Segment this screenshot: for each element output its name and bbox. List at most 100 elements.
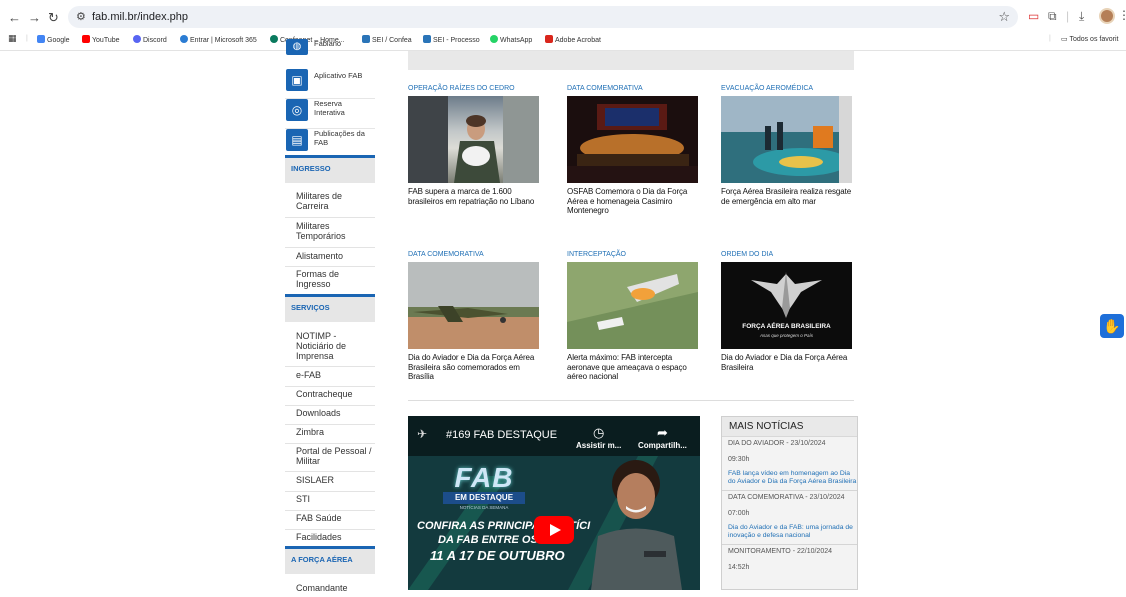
news-category[interactable]: OPERAÇÃO RAÍZES DO CEDRO: [408, 85, 540, 95]
news-link[interactable]: FAB lança vídeo em homenagem ao Dia do A…: [728, 470, 857, 485]
sidebar-link-militares-carreira[interactable]: Militares de Carreira: [285, 191, 375, 218]
news-link[interactable]: Dia do Aviador e da FAB: uma jornada de …: [728, 524, 857, 539]
emblem-motto: Asas que protegem o País: [759, 333, 814, 338]
sei-icon: [423, 35, 431, 43]
news-title[interactable]: Dia do Aviador e Dia da Força Aérea Bras…: [408, 353, 540, 382]
repatriation-photo: [408, 96, 539, 183]
interception-photo: [567, 262, 698, 349]
more-news-panel: MAIS NOTÍCIAS DIA DO AVIADOR - 23/10/202…: [721, 416, 858, 590]
sidebar-app-reserva[interactable]: ◎ Reserva Interativa: [285, 95, 375, 129]
site-info-icon[interactable]: ⚙: [76, 10, 86, 23]
bookmark-acrobat[interactable]: Adobe Acrobat: [545, 35, 601, 44]
url-text: fab.mil.br/index.php: [92, 11, 188, 23]
sidebar-link-facilidades[interactable]: Facilidades: [285, 532, 375, 546]
share-button[interactable]: ➦ Compartilh...: [638, 425, 687, 450]
news-card[interactable]: DATA COMEMORATIVA Dia do Aviador e Dia d…: [408, 251, 540, 382]
menu-icon[interactable]: ⋮: [1118, 8, 1126, 22]
news-category[interactable]: EVACUAÇÃO AEROMÉDICA: [721, 85, 853, 95]
play-button[interactable]: [534, 516, 574, 544]
watch-later-button[interactable]: ◷ Assistir m...: [576, 425, 621, 450]
sidebar-link-contracheque[interactable]: Contracheque: [285, 389, 375, 406]
news-title[interactable]: FAB supera a marca de 1.600 brasileiros …: [408, 187, 540, 206]
news-card[interactable]: OPERAÇÃO RAÍZES DO CEDRO FAB supera a ma…: [408, 85, 540, 206]
news-thumbnail[interactable]: [408, 262, 539, 349]
news-thumbnail[interactable]: [567, 262, 698, 349]
reload-icon[interactable]: ↻: [48, 10, 59, 26]
bookmark-youtube[interactable]: YouTube: [82, 35, 120, 44]
news-title[interactable]: Força Aérea Brasileira realiza resgate d…: [721, 187, 853, 206]
brand-subtitle: EM DESTAQUE: [443, 492, 525, 504]
news-title[interactable]: OSFAB Comemora o Dia da Força Aérea e ho…: [567, 187, 699, 216]
news-card[interactable]: DATA COMEMORATIVA OSFAB Comemora o Dia d…: [567, 85, 699, 216]
news-thumbnail[interactable]: [567, 96, 698, 183]
sidebar-link-notimp[interactable]: NOTIMP - Noticiário de Imprensa: [285, 331, 375, 367]
bookmark-star-icon[interactable]: ☆: [998, 9, 1010, 25]
apps-grid-icon[interactable]: ▦: [8, 33, 17, 44]
cast-icon[interactable]: ▭: [1028, 9, 1039, 23]
globe-icon: ◍: [286, 39, 308, 55]
news-category[interactable]: ORDEM DO DIA: [721, 251, 853, 261]
bookmarks-divider: |: [26, 35, 28, 42]
whatsapp-icon: [490, 35, 498, 43]
video-title[interactable]: #169 FAB DESTAQUE: [446, 429, 557, 441]
download-icon[interactable]: ⤓: [1079, 9, 1084, 24]
sidebar-link-alistamento[interactable]: Alistamento: [285, 251, 375, 267]
more-news-item[interactable]: DIA DO AVIADOR - 23/10/2024 09:30h FAB l…: [722, 437, 857, 485]
emblem-title: FORÇA AÉREA BRASILEIRA: [742, 323, 831, 330]
sidebar-app-publicacoes[interactable]: ▤ Publicações da FAB: [285, 125, 375, 159]
sidebar-app-aplicativo[interactable]: ▣ Aplicativo FAB: [285, 65, 375, 99]
aircraft-parade-photo: [408, 262, 539, 349]
bookmark-discord[interactable]: Discord: [133, 35, 167, 44]
youtube-video-embed[interactable]: ✈ #169 FAB DESTAQUE ◷ Assistir m... ➦ Comp…: [408, 416, 700, 590]
bookmark-sei-processo[interactable]: SEI - Processo: [423, 35, 480, 44]
news-card[interactable]: EVACUAÇÃO AEROMÉDICA Força Aérea Brasile…: [721, 85, 853, 206]
news-category[interactable]: DATA COMEMORATIVA: [567, 85, 699, 95]
sidebar-link-formas-ingresso[interactable]: Formas de Ingresso: [285, 269, 375, 295]
news-card[interactable]: ORDEM DO DIA FORÇA AÉREA BRASILEIRA Asas…: [721, 251, 853, 372]
sidebar-link-sti[interactable]: STI: [285, 494, 375, 511]
news-title[interactable]: Dia do Aviador e Dia da Força Aérea Bras…: [721, 353, 853, 372]
sidebar-link-comandante[interactable]: Comandante: [285, 583, 375, 597]
all-bookmarks[interactable]: ▭ Todos os favorit: [1061, 35, 1118, 43]
bookmarks-bar: ▦ | Google YouTube Discord Entrar | Micr…: [0, 32, 1126, 48]
presenter-image: [591, 460, 682, 590]
bookmark-microsoft365[interactable]: Entrar | Microsoft 365: [180, 35, 257, 44]
google-icon: [37, 35, 45, 43]
sidebar-link-sislaer[interactable]: SISLAER: [285, 475, 375, 492]
accessibility-hand-icon[interactable]: ✋: [1100, 314, 1124, 338]
news-thumbnail[interactable]: FORÇA AÉREA BRASILEIRA Asas que protegem…: [721, 262, 852, 349]
news-meta: DATA COMEMORATIVA - 23/10/2024: [728, 494, 845, 501]
news-card[interactable]: INTERCEPTAÇÃO Alerta máximo: FAB interce…: [567, 251, 699, 382]
sidebar-link-efab[interactable]: e-FAB: [285, 370, 375, 387]
bookmark-google[interactable]: Google: [37, 35, 70, 44]
sidebar-link-downloads[interactable]: Downloads: [285, 408, 375, 425]
bookmark-whatsapp[interactable]: WhatsApp: [490, 35, 532, 44]
news-thumbnail[interactable]: [408, 96, 539, 183]
extensions-icon[interactable]: ⧉: [1048, 9, 1057, 24]
news-thumbnail[interactable]: [721, 96, 852, 183]
more-news-item[interactable]: MONITORAMENTO - 22/10/2024 14:52h: [722, 545, 857, 572]
orchestra-photo: [567, 96, 698, 183]
sidebar-link-portal-pessoal[interactable]: Portal de Pessoal / Militar: [285, 446, 375, 472]
news-time: 09:30h: [728, 456, 750, 463]
toolbar-divider: |: [1066, 9, 1070, 23]
share-icon: ➦: [656, 425, 668, 440]
section-ingresso: INGRESSO: [285, 155, 375, 183]
profile-avatar[interactable]: [1099, 8, 1115, 24]
news-meta: MONITORAMENTO - 22/10/2024: [728, 548, 832, 555]
sidebar-link-zimbra[interactable]: Zimbra: [285, 427, 375, 444]
news-title[interactable]: Alerta máximo: FAB intercepta aeronave q…: [567, 353, 699, 382]
section-a-forca-aerea: A FORÇA AÉREA: [285, 546, 375, 574]
sidebar-link-militares-temporarios[interactable]: Militares Temporários: [285, 221, 375, 248]
sidebar-app-fabiano[interactable]: ◍ Fabiano: [285, 39, 375, 57]
microsoft-icon: [180, 35, 188, 43]
forward-icon[interactable]: →: [28, 10, 41, 25]
news-category[interactable]: INTERCEPTAÇÃO: [567, 251, 699, 261]
sidebar-link-fab-saude[interactable]: FAB Saúde: [285, 513, 375, 530]
brand-subtitle-small: NOTÍCIAS DA SEMANA: [459, 505, 509, 510]
back-icon[interactable]: ←: [8, 10, 21, 25]
address-bar[interactable]: ⚙ fab.mil.br/index.php ☆: [68, 6, 1018, 28]
more-news-item[interactable]: DATA COMEMORATIVA - 23/10/2024 07:00h Di…: [722, 491, 857, 539]
document-icon: ▤: [286, 129, 308, 151]
news-category[interactable]: DATA COMEMORATIVA: [408, 251, 540, 261]
